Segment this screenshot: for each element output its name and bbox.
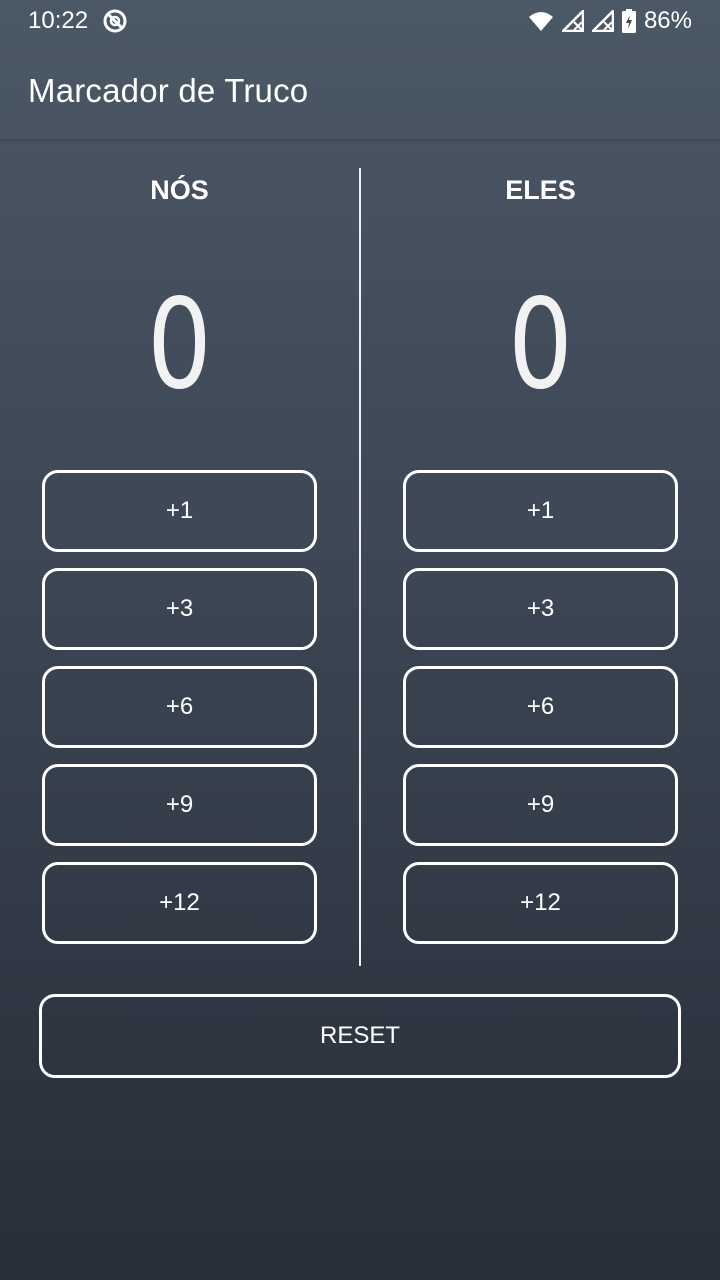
wifi-icon — [528, 10, 554, 32]
team-name-nos: NÓS — [150, 175, 209, 205]
add-9-button-eles[interactable]: +9 — [403, 764, 678, 846]
dnd-icon — [102, 8, 128, 34]
signal-icon — [561, 10, 584, 32]
score-nos: 0 — [147, 273, 212, 417]
status-left: 10:22 — [28, 7, 128, 35]
add-9-button-nos[interactable]: +9 — [42, 764, 317, 846]
add-12-button-eles[interactable]: +12 — [403, 862, 678, 944]
add-3-button-nos[interactable]: +3 — [42, 568, 317, 650]
signal-icon — [591, 10, 614, 32]
add-6-button-nos[interactable]: +6 — [42, 666, 317, 748]
add-3-button-eles[interactable]: +3 — [403, 568, 678, 650]
app-bar: Marcador de Truco — [0, 42, 720, 140]
add-1-button-eles[interactable]: +1 — [403, 470, 678, 552]
team-eles: ELES 0 +1 +3 +6 +9 +12 — [403, 160, 678, 944]
add-1-button-nos[interactable]: +1 — [42, 470, 317, 552]
score-eles: 0 — [508, 273, 573, 417]
add-12-button-nos[interactable]: +12 — [42, 862, 317, 944]
status-right: 86% — [528, 7, 692, 35]
add-6-button-eles[interactable]: +6 — [403, 666, 678, 748]
reset-button[interactable]: RESET — [39, 994, 681, 1078]
app-title: Marcador de Truco — [28, 71, 309, 109]
status-time: 10:22 — [28, 7, 89, 34]
battery-icon — [621, 9, 636, 33]
team-name-eles: ELES — [505, 175, 576, 205]
column-divider — [359, 168, 361, 966]
battery-percent: 86% — [643, 7, 692, 34]
team-nos: NÓS 0 +1 +3 +6 +9 +12 — [42, 160, 317, 944]
status-bar: 10:22 86% — [0, 0, 720, 42]
button-group-nos: +1 +3 +6 +9 +12 — [42, 470, 317, 944]
button-group-eles: +1 +3 +6 +9 +12 — [403, 470, 678, 944]
